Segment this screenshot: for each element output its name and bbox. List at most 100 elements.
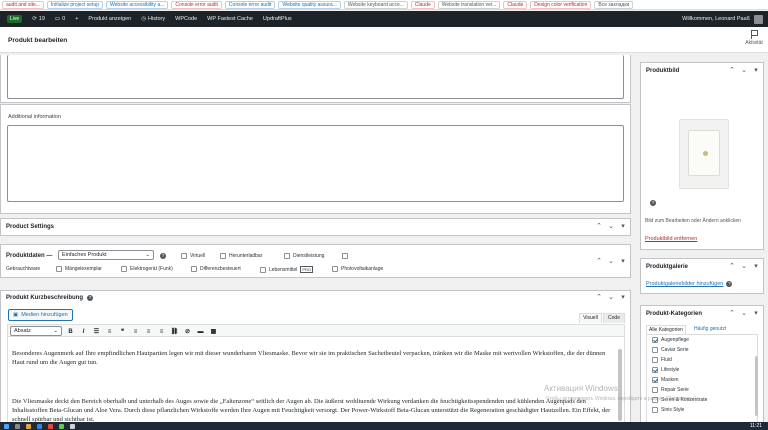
- editor-scrollbar[interactable]: [618, 349, 622, 421]
- help-icon[interactable]: ?: [160, 253, 166, 259]
- chevron-down-icon[interactable]: ⌄: [608, 222, 614, 230]
- comments-item[interactable]: ▭ 0: [50, 11, 70, 27]
- format-select[interactable]: Absatz ⌄: [10, 326, 62, 336]
- category-item[interactable]: Caviar Serie: [647, 345, 757, 355]
- tab-popular-categories[interactable]: Häufig genutzt: [694, 326, 726, 332]
- align-center-icon[interactable]: ≡: [144, 327, 153, 336]
- app-icon[interactable]: [59, 423, 64, 429]
- option-maengelexemplar[interactable]: Mängelexemplar: [56, 266, 102, 272]
- category-item[interactable]: Sinis Style: [647, 405, 757, 415]
- tab-code[interactable]: Code: [603, 313, 625, 323]
- categories-scrollbar[interactable]: [755, 356, 758, 416]
- admin-bar-produkt-anzeigen[interactable]: Produkt anzeigen: [83, 11, 136, 27]
- checkbox[interactable]: [181, 253, 187, 259]
- bullet-list-icon[interactable]: ☰: [92, 327, 101, 336]
- option-photovoltaikanlage[interactable]: Photovoltaikanlage: [332, 266, 383, 272]
- user-greeting[interactable]: Willkommen, Leonard Paaß: [677, 11, 768, 27]
- help-icon[interactable]: ?: [726, 281, 733, 287]
- content-textarea[interactable]: [7, 55, 624, 99]
- checkbox[interactable]: [652, 337, 658, 343]
- chevron-up-icon[interactable]: ⌃: [729, 309, 735, 317]
- admin-bar-updraftplus[interactable]: UpdraftPlus: [258, 11, 297, 27]
- checkbox[interactable]: [652, 367, 658, 373]
- unlink-icon[interactable]: ⊘: [183, 327, 192, 336]
- app-icon[interactable]: [70, 423, 75, 429]
- checkbox[interactable]: [652, 347, 658, 353]
- option-unnamed[interactable]: [342, 253, 348, 259]
- bookmark-item[interactable]: Claude: [503, 0, 528, 9]
- category-item[interactable]: Repair Serie: [647, 385, 757, 395]
- chevron-down-icon[interactable]: ⌄: [741, 309, 747, 317]
- chevron-up-icon[interactable]: ⌃: [729, 262, 735, 270]
- chevron-down-icon[interactable]: ⌄: [608, 293, 614, 301]
- category-item[interactable]: Lifestyle: [647, 365, 757, 375]
- chevron-up-icon[interactable]: ⌃: [596, 293, 602, 301]
- product-type-select[interactable]: Einfaches Produkt ⌄: [58, 250, 154, 260]
- category-item[interactable]: Fluid: [647, 355, 757, 365]
- checkbox[interactable]: [652, 357, 658, 363]
- editor-content-area[interactable]: Besonderes Augenmerk auf Ihre empfindlic…: [7, 337, 625, 430]
- admin-bar-history[interactable]: ◷ History: [136, 11, 170, 27]
- checkbox[interactable]: [342, 253, 348, 259]
- checkbox[interactable]: [284, 253, 290, 259]
- help-icon[interactable]: ?: [87, 295, 94, 301]
- app-icon[interactable]: [48, 423, 53, 429]
- option-dienstleistung[interactable]: Dienstleistung: [284, 253, 324, 259]
- checkbox[interactable]: [56, 266, 62, 272]
- numbered-list-icon[interactable]: ≡: [105, 327, 114, 336]
- toggle-panel-icon[interactable]: ▾: [753, 309, 759, 317]
- live-status[interactable]: Live: [0, 11, 27, 27]
- bookmark-item[interactable]: Все закладки: [594, 0, 634, 9]
- add-media-button[interactable]: ▣ Medien hinzufügen: [8, 309, 73, 321]
- chevron-down-icon[interactable]: ⌄: [608, 257, 614, 265]
- admin-bar-wp-fastest-cache[interactable]: WP Fastest Cache: [202, 11, 258, 27]
- chevron-down-icon[interactable]: ⌄: [741, 262, 747, 270]
- option-differenzbesteuert[interactable]: Differenzbesteuert: [191, 266, 241, 272]
- additional-info-textarea[interactable]: [7, 125, 624, 202]
- checkbox[interactable]: [652, 387, 658, 393]
- bookmark-item[interactable]: Console error audit: [171, 0, 222, 9]
- bookmark-item[interactable]: Website translation ver...: [437, 0, 501, 9]
- bookmark-item[interactable]: Claude: [410, 0, 435, 9]
- checkbox[interactable]: [121, 266, 127, 272]
- updates-item[interactable]: ⟳ 19: [27, 11, 50, 27]
- toolbar-toggle-icon[interactable]: ▦: [209, 327, 218, 336]
- bookmark-item[interactable]: audit and site...: [2, 0, 44, 9]
- category-item[interactable]: Augenpflege: [647, 335, 757, 345]
- bookmark-item[interactable]: Website quality assura...: [278, 0, 341, 9]
- option-herunterladbar[interactable]: Herunterladbar: [220, 253, 262, 259]
- checkbox[interactable]: [191, 266, 197, 272]
- align-left-icon[interactable]: ≡: [131, 327, 140, 336]
- tab-all-categories[interactable]: Alle Kategorien: [646, 325, 686, 334]
- checkbox[interactable]: [260, 266, 266, 273]
- blockquote-icon[interactable]: ❝: [118, 327, 127, 336]
- start-icon[interactable]: [4, 423, 9, 429]
- align-right-icon[interactable]: ≡: [157, 327, 166, 336]
- app-icon[interactable]: [37, 423, 42, 429]
- toggle-panel-icon[interactable]: ▾: [620, 257, 626, 265]
- checkbox[interactable]: [220, 253, 226, 259]
- bookmark-item[interactable]: Website accessibility a...: [106, 0, 169, 9]
- activity-button[interactable]: Aktivität: [743, 30, 765, 46]
- bookmark-item[interactable]: Console error audit: [224, 0, 276, 9]
- italic-icon[interactable]: I: [79, 327, 88, 336]
- toggle-panel-icon[interactable]: ▾: [620, 293, 626, 301]
- bookmark-item[interactable]: Design color verification: [530, 0, 592, 9]
- app-icon[interactable]: [26, 423, 31, 429]
- help-icon[interactable]: ?: [650, 200, 656, 206]
- remove-product-image-link[interactable]: Produktbild entfernen: [645, 236, 697, 242]
- checkbox[interactable]: [332, 266, 338, 272]
- new-content-item[interactable]: +: [70, 11, 83, 27]
- bookmark-item[interactable]: Website keyboard acce...: [343, 0, 408, 9]
- toggle-panel-icon[interactable]: ▾: [753, 262, 759, 270]
- chevron-up-icon[interactable]: ⌃: [596, 222, 602, 230]
- checkbox[interactable]: [652, 407, 658, 413]
- product-image-thumbnail[interactable]: [679, 119, 729, 189]
- bookmark-item[interactable]: Initialize project setup: [46, 0, 104, 9]
- search-icon[interactable]: [15, 423, 20, 429]
- bold-icon[interactable]: B: [66, 327, 75, 336]
- chevron-up-icon[interactable]: ⌃: [729, 66, 735, 74]
- chevron-down-icon[interactable]: ⌄: [741, 66, 747, 74]
- category-item[interactable]: Masken: [647, 375, 757, 385]
- add-gallery-images-link[interactable]: Produktgaleriebilder hinzufügen: [646, 281, 723, 287]
